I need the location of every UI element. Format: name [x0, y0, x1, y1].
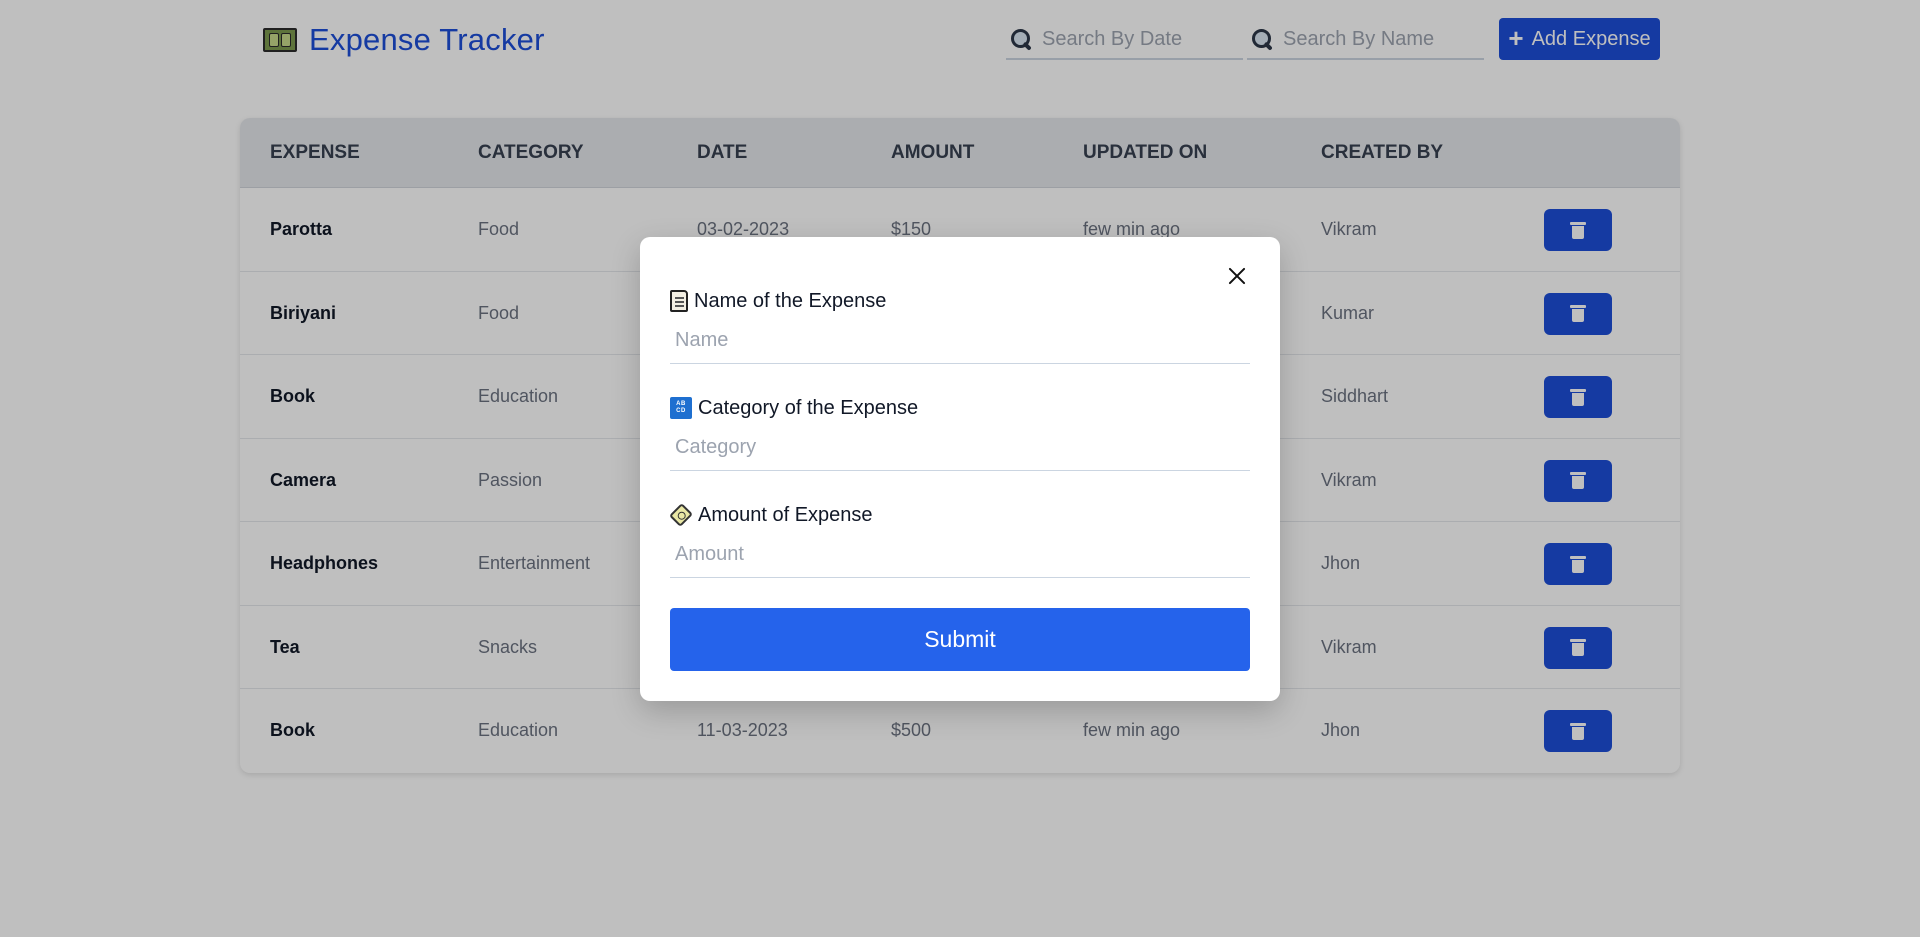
expense-name-field: Name of the Expense [670, 286, 1250, 364]
ticket-icon [668, 502, 694, 528]
abcd-icon: AB CD [670, 397, 692, 419]
expense-category-label: Category of the Expense [698, 396, 919, 419]
expense-name-label: Name of the Expense [694, 289, 887, 312]
field-label: AB CD Category of the Expense [670, 393, 1250, 423]
expense-name-input[interactable] [670, 318, 1250, 364]
field-label: Amount of Expense [668, 500, 1250, 530]
expense-amount-input[interactable] [670, 532, 1250, 578]
scroll-icon [670, 290, 688, 312]
field-label: Name of the Expense [670, 286, 1250, 316]
expense-category-input[interactable] [670, 425, 1250, 471]
submit-button[interactable]: Submit [670, 608, 1250, 671]
expense-amount-label: Amount of Expense [698, 503, 873, 526]
expense-amount-field: Amount of Expense [668, 500, 1250, 578]
add-expense-modal: Name of the Expense ABCD Category of the… [640, 237, 1280, 701]
expense-category-field: AB CD Category of the Expense [670, 393, 1250, 471]
